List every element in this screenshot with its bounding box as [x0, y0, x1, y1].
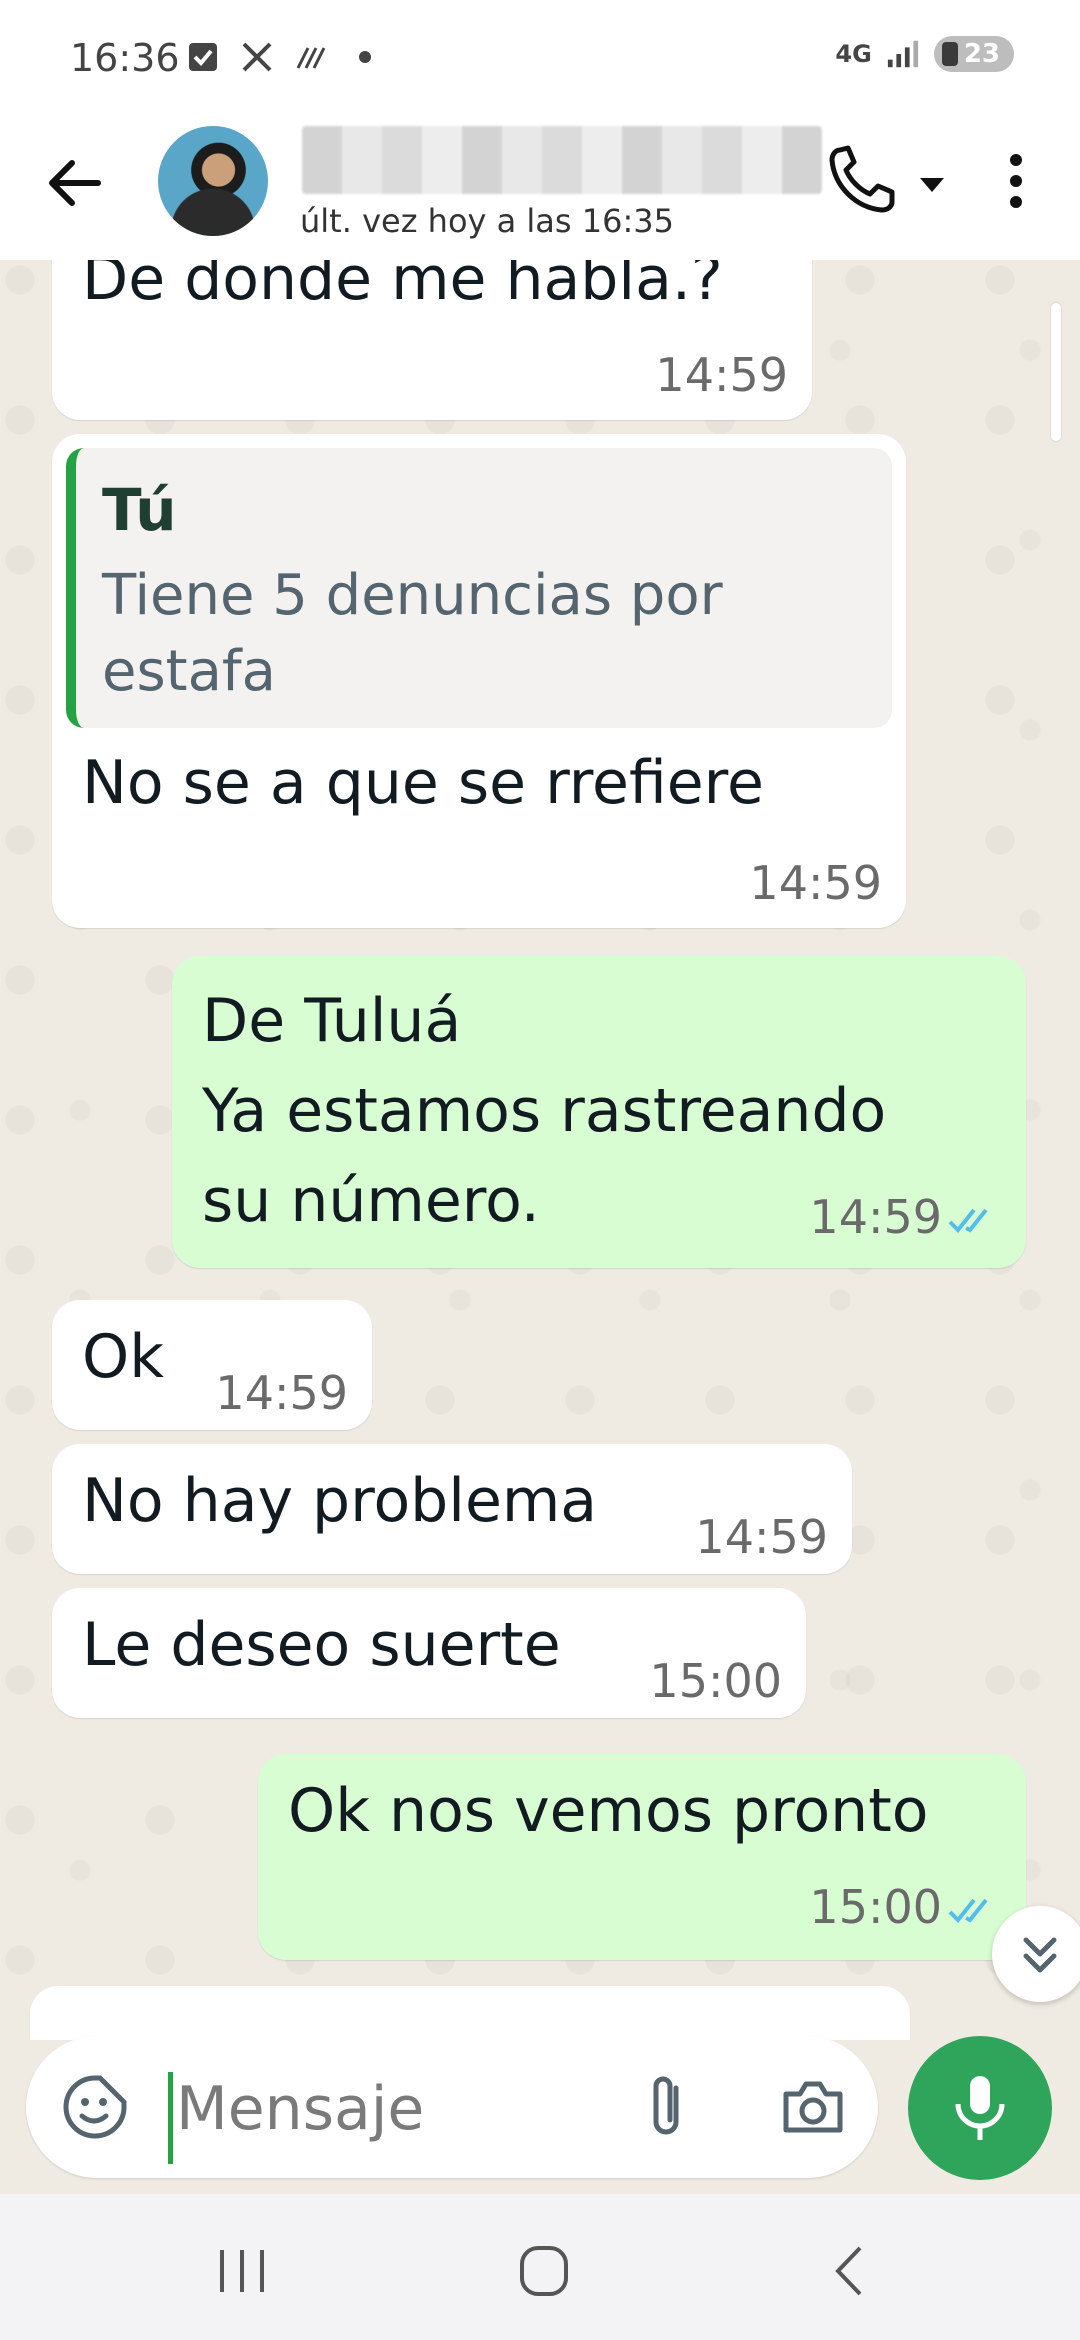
- back-icon: [835, 2246, 862, 2296]
- battery-indicator: 23: [933, 36, 1014, 72]
- notification-icons: [186, 40, 382, 74]
- attach-button[interactable]: [638, 2072, 698, 2142]
- contact-avatar[interactable]: [158, 126, 268, 236]
- whatsapp-chat-screen: 16:36 4G 23 últ. vez hoy a las 16:35 De …: [0, 0, 1080, 2340]
- outgoing-message[interactable]: Ok nos vemos pronto 15:00: [258, 1754, 1026, 1960]
- paperclip-icon: [653, 2076, 679, 2135]
- text-cursor: [168, 2072, 173, 2164]
- message-text: No se a que se rrefiere: [82, 748, 764, 818]
- message-time: 15:00: [649, 1654, 782, 1708]
- status-time: 16:36: [70, 36, 180, 80]
- call-options-dropdown[interactable]: [912, 164, 952, 204]
- double-check-read-icon: [948, 1208, 988, 1233]
- quoted-text: Tiene 5 denuncias por estafa: [102, 563, 723, 704]
- message-time: 14:59: [215, 1366, 348, 1420]
- recents-button[interactable]: [202, 2236, 282, 2306]
- message-composer: Mensaje: [26, 2036, 878, 2178]
- message-time: 14:59: [695, 1510, 828, 1564]
- incoming-message-partial[interactable]: [30, 1986, 910, 2040]
- message-time: 14:59: [749, 856, 882, 910]
- message-input[interactable]: Mensaje: [176, 2074, 424, 2144]
- wifi-calling-icon: [294, 40, 328, 74]
- message-text: No hay problema: [82, 1466, 598, 1536]
- voice-call-button[interactable]: [826, 142, 896, 218]
- back-nav-button[interactable]: [808, 2236, 888, 2306]
- status-bar: 16:36 4G 23: [0, 0, 1080, 120]
- chat-message-list[interactable]: De donde me habla.? 14:59 Tú Tiene 5 den…: [0, 260, 1080, 2040]
- message-line: Ya estamos rastreando: [202, 1076, 887, 1146]
- microphone-icon: [955, 2076, 1005, 2140]
- message-text: De Tuluá Ya estamos rastreando su número…: [202, 976, 886, 1246]
- message-time: 14:59: [809, 1190, 942, 1244]
- scrollbar[interactable]: [1050, 302, 1062, 442]
- system-status-icons: 4G 23: [835, 36, 1014, 72]
- camera-icon: [783, 2081, 843, 2133]
- message-text: Ok nos vemos pronto: [288, 1776, 929, 1846]
- chevrons-down-icon: [1023, 1937, 1057, 1973]
- network-type-label: 4G: [835, 40, 872, 68]
- incoming-message[interactable]: Ok 14:59: [52, 1300, 372, 1430]
- signal-icon: [886, 37, 920, 71]
- message-time: 14:59: [655, 348, 788, 402]
- sticker-icon: [63, 2075, 127, 2139]
- more-vertical-icon: [1010, 154, 1022, 208]
- home-icon: [520, 2246, 568, 2296]
- outgoing-message[interactable]: De Tuluá Ya estamos rastreando su número…: [172, 956, 1026, 1268]
- phone-icon: [829, 145, 895, 213]
- dot-icon: [348, 40, 382, 74]
- camera-button[interactable]: [778, 2072, 848, 2142]
- x-app-icon: [240, 40, 274, 74]
- home-button[interactable]: [504, 2236, 584, 2306]
- incoming-message[interactable]: Le deseo suerte 15:00: [52, 1588, 806, 1718]
- incoming-message-with-reply[interactable]: Tú Tiene 5 denuncias por estafa No se a …: [52, 434, 906, 928]
- recents-icon: [220, 2250, 264, 2292]
- message-text: De donde me habla.?: [82, 260, 723, 314]
- message-line: su número.: [202, 1166, 540, 1236]
- voice-message-button[interactable]: [908, 2036, 1052, 2180]
- quoted-message[interactable]: Tú Tiene 5 denuncias por estafa: [66, 448, 892, 728]
- back-button[interactable]: [40, 148, 110, 218]
- message-text: Le deseo suerte: [82, 1610, 561, 1680]
- incoming-message[interactable]: No hay problema 14:59: [52, 1444, 852, 1574]
- scroll-to-bottom-button[interactable]: [992, 1906, 1080, 2002]
- last-seen-status: últ. vez hoy a las 16:35: [300, 202, 674, 240]
- arrow-left-icon: [49, 160, 101, 206]
- contact-name-redacted[interactable]: [302, 126, 822, 194]
- chat-header: últ. vez hoy a las 16:35: [0, 120, 1080, 260]
- message-time: 15:00: [809, 1880, 942, 1934]
- system-navigation-bar: [0, 2194, 1080, 2340]
- checkbox-notification-icon: [186, 40, 220, 74]
- caret-down-icon: [920, 178, 944, 192]
- message-line: De Tuluá: [202, 986, 462, 1056]
- incoming-message[interactable]: De donde me habla.? 14:59: [52, 260, 812, 420]
- sticker-button[interactable]: [60, 2072, 130, 2142]
- message-text: Ok: [82, 1322, 164, 1392]
- more-options-button[interactable]: [996, 146, 1036, 216]
- quoted-author: Tú: [102, 476, 177, 544]
